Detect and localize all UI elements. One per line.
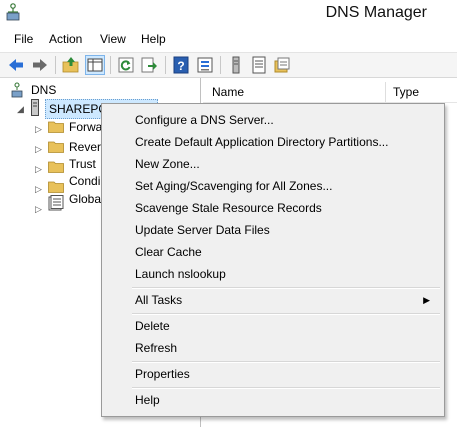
global-logs-icon bbox=[48, 195, 64, 211]
folder-icon bbox=[48, 121, 64, 133]
dns-icon bbox=[11, 82, 23, 98]
menu-bar: File Action View Help bbox=[0, 29, 457, 49]
tree-item-forward-lookup[interactable]: Forwa bbox=[69, 118, 102, 136]
refresh-icon[interactable] bbox=[116, 55, 136, 75]
title-bar: DNS Manager bbox=[0, 0, 457, 26]
expand-icon[interactable]: ▷ bbox=[35, 204, 44, 214]
menu-file[interactable]: File bbox=[14, 29, 33, 49]
properties-icon[interactable] bbox=[195, 55, 215, 75]
menu-scavenge-stale-records[interactable]: Scavenge Stale Resource Records bbox=[104, 197, 440, 219]
expand-icon[interactable]: ▷ bbox=[35, 124, 44, 134]
collapse-icon[interactable]: ◢ bbox=[17, 104, 26, 114]
window-title: DNS Manager bbox=[325, 4, 427, 21]
show-tree-icon[interactable] bbox=[85, 55, 105, 75]
toolbar-separator bbox=[220, 56, 221, 74]
help-icon[interactable]: ? bbox=[171, 55, 191, 75]
submenu-arrow-icon: ▶ bbox=[423, 295, 430, 305]
tree-item-trust-points[interactable]: Trust bbox=[69, 155, 96, 173]
folder-icon bbox=[48, 141, 64, 153]
menu-help[interactable]: Help bbox=[141, 29, 166, 49]
menu-new-zone[interactable]: New Zone... bbox=[104, 153, 440, 175]
folder-icon[interactable] bbox=[272, 55, 292, 75]
menu-create-default-partitions[interactable]: Create Default Application Directory Par… bbox=[104, 131, 440, 153]
menu-update-server-data-files[interactable]: Update Server Data Files bbox=[104, 219, 440, 241]
menu-set-aging-scavenging[interactable]: Set Aging/Scavenging for All Zones... bbox=[104, 175, 440, 197]
folder-icon bbox=[48, 181, 64, 193]
expand-icon[interactable]: ▷ bbox=[35, 184, 44, 194]
forward-arrow-icon[interactable] bbox=[30, 55, 50, 75]
expand-icon[interactable]: ▷ bbox=[35, 144, 44, 154]
svg-text:?: ? bbox=[177, 59, 184, 73]
export-icon[interactable] bbox=[139, 55, 159, 75]
tree-item-global-logs[interactable]: Globa bbox=[69, 190, 101, 208]
column-header-type[interactable]: Type bbox=[387, 82, 457, 102]
server-icon bbox=[31, 99, 39, 116]
menu-delete[interactable]: Delete bbox=[104, 315, 440, 337]
server-icon[interactable] bbox=[226, 55, 246, 75]
menu-launch-nslookup[interactable]: Launch nslookup bbox=[104, 263, 440, 285]
menu-view[interactable]: View bbox=[100, 29, 126, 49]
menu-help-item[interactable]: Help bbox=[104, 389, 440, 411]
context-menu: Configure a DNS Server... Create Default… bbox=[101, 103, 445, 417]
toolbar-separator bbox=[165, 56, 166, 74]
folder-icon bbox=[48, 161, 64, 173]
menu-properties[interactable]: Properties bbox=[104, 363, 440, 385]
toolbar-separator bbox=[110, 56, 111, 74]
column-header-name[interactable]: Name bbox=[205, 82, 386, 102]
up-folder-icon[interactable] bbox=[61, 55, 81, 75]
menu-all-tasks-label: All Tasks bbox=[135, 293, 183, 307]
menu-refresh[interactable]: Refresh bbox=[104, 337, 440, 359]
expand-icon[interactable]: ▷ bbox=[35, 164, 44, 174]
menu-all-tasks[interactable]: All Tasks ▶ bbox=[104, 289, 440, 311]
menu-action[interactable]: Action bbox=[49, 29, 82, 49]
menu-configure-dns-server[interactable]: Configure a DNS Server... bbox=[104, 109, 440, 131]
menu-clear-cache[interactable]: Clear Cache bbox=[104, 241, 440, 263]
tree-item-conditional-forwarders[interactable]: Condi bbox=[69, 172, 100, 190]
list-icon[interactable] bbox=[249, 55, 269, 75]
toolbar: ? bbox=[0, 52, 457, 78]
tree-root-label: DNS bbox=[31, 83, 57, 97]
back-arrow-icon[interactable] bbox=[6, 55, 26, 75]
toolbar-separator bbox=[55, 56, 56, 74]
